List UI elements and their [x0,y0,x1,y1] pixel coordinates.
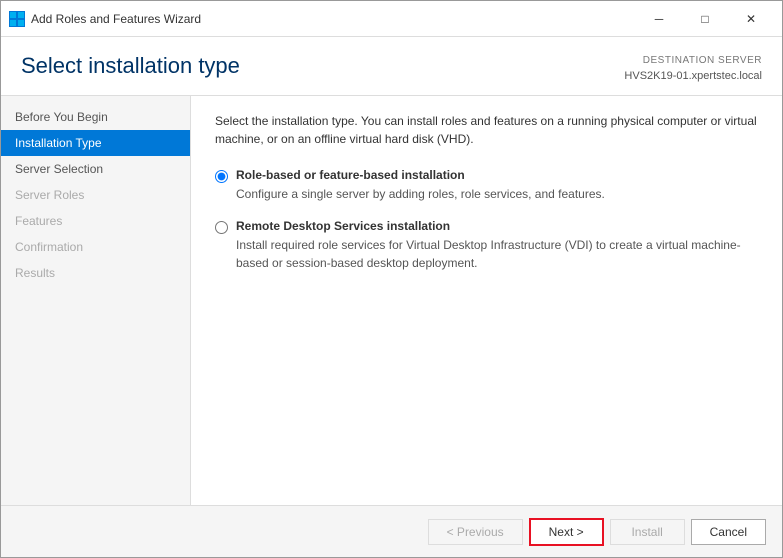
destination-name: HVS2K19-01.xpertstec.local [624,68,762,85]
title-bar: Add Roles and Features Wizard ─ □ ✕ [1,1,782,37]
remote-desktop-title: Remote Desktop Services installation [236,219,758,233]
header: Select installation type DESTINATION SER… [1,37,782,96]
sidebar-item-confirmation: Confirmation [1,234,190,260]
next-button[interactable]: Next > [529,518,604,546]
sidebar-item-installation-type[interactable]: Installation Type [1,130,190,156]
close-button[interactable]: ✕ [728,5,774,33]
option-role-based: Role-based or feature-based installation… [215,168,758,203]
destination-server-info: DESTINATION SERVER HVS2K19-01.xpertstec.… [624,53,762,85]
cancel-button[interactable]: Cancel [691,519,766,545]
previous-button[interactable]: < Previous [428,519,523,545]
destination-label: DESTINATION SERVER [624,53,762,68]
role-based-desc: Configure a single server by adding role… [236,185,605,203]
sidebar-item-server-roles: Server Roles [1,182,190,208]
sidebar-item-before-you-begin[interactable]: Before You Begin [1,104,190,130]
app-icon [9,11,25,27]
intro-text: Select the installation type. You can in… [215,112,758,148]
window-title: Add Roles and Features Wizard [31,12,636,26]
sidebar-item-features: Features [1,208,190,234]
installation-type-options: Role-based or feature-based installation… [215,168,758,272]
window: Add Roles and Features Wizard ─ □ ✕ Sele… [0,0,783,558]
remote-desktop-desc: Install required role services for Virtu… [236,236,758,272]
option-remote-desktop: Remote Desktop Services installation Ins… [215,219,758,272]
radio-remote-desktop[interactable] [215,221,228,234]
install-button[interactable]: Install [610,519,685,545]
role-based-title: Role-based or feature-based installation [236,168,605,182]
sidebar-item-server-selection[interactable]: Server Selection [1,156,190,182]
radio-role-based[interactable] [215,170,228,183]
content-area: Before You Begin Installation Type Serve… [1,96,782,506]
maximize-button[interactable]: □ [682,5,728,33]
window-controls: ─ □ ✕ [636,5,774,33]
main-content: Select the installation type. You can in… [191,96,782,506]
sidebar-item-results: Results [1,260,190,286]
sidebar: Before You Begin Installation Type Serve… [1,96,191,506]
footer: < Previous Next > Install Cancel [1,505,782,557]
page-title: Select installation type [21,53,240,79]
minimize-button[interactable]: ─ [636,5,682,33]
